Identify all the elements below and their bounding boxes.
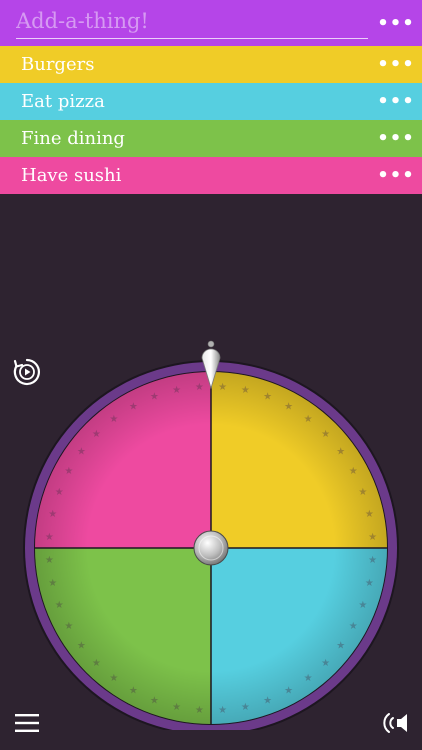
star-icon: ★ — [365, 509, 374, 520]
star-icon: ★ — [172, 702, 181, 713]
star-icon: ★ — [336, 641, 345, 652]
star-icon: ★ — [48, 578, 57, 589]
add-thing-input[interactable] — [16, 6, 368, 39]
list-item[interactable]: Burgers ••• — [0, 46, 422, 83]
star-icon: ★ — [218, 705, 227, 716]
star-icon: ★ — [336, 446, 345, 457]
star-icon: ★ — [172, 385, 181, 396]
star-icon: ★ — [55, 487, 64, 498]
star-icon: ★ — [48, 509, 57, 520]
star-icon: ★ — [92, 429, 101, 440]
sound-icon — [383, 713, 407, 733]
hamburger-menu-icon — [15, 714, 39, 732]
more-dots-icon: ••• — [377, 91, 415, 112]
star-icon: ★ — [45, 532, 54, 543]
star-icon: ★ — [129, 401, 138, 412]
list-item[interactable]: Have sushi ••• — [0, 157, 422, 194]
more-dots-icon: ••• — [377, 54, 415, 75]
star-icon: ★ — [263, 695, 272, 706]
spin-wheel[interactable]: ★ ★ ★ ★ ★ ★ ★ ★ ★ ★ ★ ★ ★ ★ ★ ★ ★ ★ ★ ★ ★ ★ ★ ★ ★ ★ ★ ★ ★ ★ ★ ★ ★ ★ ★ ★ ★ ★ ★ ★… — [0, 330, 422, 736]
star-icon: ★ — [263, 392, 272, 403]
item-more-button[interactable]: ••• — [376, 120, 416, 157]
star-icon: ★ — [321, 658, 330, 669]
item-more-button[interactable]: ••• — [376, 157, 416, 194]
star-icon: ★ — [321, 429, 330, 440]
list-item-label: Burgers — [21, 54, 95, 75]
star-icon: ★ — [304, 673, 313, 684]
star-icon: ★ — [218, 382, 227, 393]
star-icon: ★ — [109, 673, 118, 684]
star-icon: ★ — [64, 621, 73, 632]
list-item[interactable]: Eat pizza ••• — [0, 83, 422, 120]
star-icon: ★ — [349, 466, 358, 477]
add-thing-input-wrap — [16, 0, 368, 46]
star-icon: ★ — [150, 392, 159, 403]
star-icon: ★ — [77, 446, 86, 457]
star-icon: ★ — [55, 600, 64, 611]
list-item-label: Eat pizza — [21, 91, 105, 112]
star-icon: ★ — [92, 658, 101, 669]
star-icon: ★ — [45, 555, 54, 566]
star-icon: ★ — [349, 621, 358, 632]
sound-button[interactable] — [381, 710, 411, 736]
more-dots-icon: ••• — [377, 165, 415, 186]
more-dots-icon: ••• — [377, 12, 415, 34]
star-icon: ★ — [77, 641, 86, 652]
star-icon: ★ — [368, 555, 377, 566]
star-icon: ★ — [195, 705, 204, 716]
spin-wheel-area: ★ ★ ★ ★ ★ ★ ★ ★ ★ ★ ★ ★ ★ ★ ★ ★ ★ ★ ★ ★ ★ ★ ★ ★ ★ ★ ★ ★ ★ ★ ★ ★ ★ ★ ★ ★ ★ ★ ★ ★… — [0, 330, 422, 736]
item-more-button[interactable]: ••• — [376, 83, 416, 120]
item-more-button[interactable]: ••• — [376, 46, 416, 83]
star-icon: ★ — [368, 532, 377, 543]
add-more-button[interactable]: ••• — [376, 5, 416, 42]
star-icon: ★ — [304, 414, 313, 425]
star-icon: ★ — [241, 702, 250, 713]
star-icon: ★ — [358, 487, 367, 498]
star-icon: ★ — [358, 600, 367, 611]
star-icon: ★ — [284, 401, 293, 412]
menu-button[interactable] — [14, 712, 40, 734]
star-icon: ★ — [284, 686, 293, 697]
star-icon: ★ — [241, 385, 250, 396]
list-item-label: Have sushi — [21, 165, 122, 186]
more-dots-icon: ••• — [377, 128, 415, 149]
list-item[interactable]: Fine dining ••• — [0, 120, 422, 157]
star-icon: ★ — [195, 382, 204, 393]
star-icon: ★ — [129, 686, 138, 697]
star-icon: ★ — [109, 414, 118, 425]
star-icon: ★ — [64, 466, 73, 477]
add-thing-row: ••• — [0, 0, 422, 46]
star-icon: ★ — [365, 578, 374, 589]
star-icon: ★ — [150, 695, 159, 706]
list-item-label: Fine dining — [21, 128, 125, 149]
